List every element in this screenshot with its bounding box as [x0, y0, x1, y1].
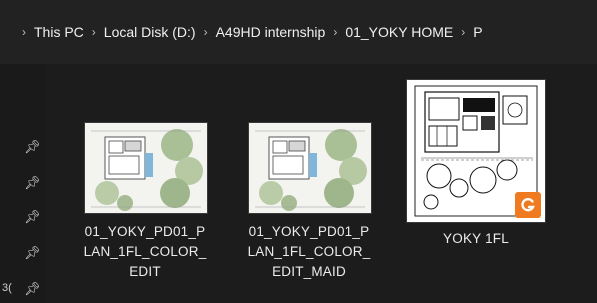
file-name-line: LAN_1FL_COLOR_ — [247, 244, 371, 259]
file-name-line: 01_YOKY_PD01_P — [248, 224, 370, 239]
address-bar[interactable]: › This PC › Local Disk (D:) › A49HD inte… — [0, 0, 597, 65]
chevron-right-icon[interactable]: › — [22, 25, 26, 39]
file-name-line: 01_YOKY_PD01_P — [84, 224, 206, 239]
sidebar-item-label: 3( — [2, 282, 12, 294]
pin-icon[interactable]: 📌︎ — [24, 246, 41, 260]
breadcrumb-truncated[interactable]: P — [473, 22, 482, 42]
quick-access-pane: 📌︎ 📌︎ 📌︎ 📌︎ 📌︎ 3( — [0, 64, 46, 303]
breadcrumb-yoky-home[interactable]: 01_YOKY HOME — [345, 22, 453, 42]
color-site-plan-image — [85, 123, 207, 213]
file-name-line: YOKY 1FL — [443, 231, 509, 246]
chevron-right-icon[interactable]: › — [92, 25, 96, 39]
file-name: 01_YOKY_PD01_P LAN_1FL_COLOR_ EDIT — [65, 222, 225, 282]
breadcrumb-this-pc[interactable]: This PC — [34, 22, 84, 42]
chevron-right-icon[interactable]: › — [204, 25, 208, 39]
file-name: 01_YOKY_PD01_P LAN_1FL_COLOR_ EDIT_MAID — [229, 222, 389, 282]
autocad-icon — [515, 192, 541, 218]
file-name: YOKY 1FL — [396, 229, 556, 249]
file-thumbnail — [248, 122, 372, 214]
file-name-line: EDIT_MAID — [272, 264, 346, 279]
breadcrumb-a49hd-internship[interactable]: A49HD internship — [216, 22, 326, 42]
chevron-right-icon[interactable]: › — [461, 25, 465, 39]
color-site-plan-image — [249, 123, 371, 213]
file-view: 01_YOKY_PD01_P LAN_1FL_COLOR_ EDIT 01_YO… — [46, 64, 597, 303]
pin-icon[interactable]: 📌︎ — [24, 282, 41, 296]
breadcrumb: › This PC › Local Disk (D:) › A49HD inte… — [0, 22, 483, 42]
file-thumbnail — [406, 79, 546, 223]
pin-icon[interactable]: 📌︎ — [24, 176, 41, 190]
pin-icon[interactable]: 📌︎ — [24, 210, 41, 224]
breadcrumb-local-disk[interactable]: Local Disk (D:) — [104, 22, 196, 42]
file-name-line: LAN_1FL_COLOR_ — [83, 244, 207, 259]
chevron-right-icon[interactable]: › — [333, 25, 337, 39]
file-name-line: EDIT — [129, 264, 161, 279]
pin-icon[interactable]: 📌︎ — [24, 140, 41, 154]
file-thumbnail — [84, 122, 208, 214]
